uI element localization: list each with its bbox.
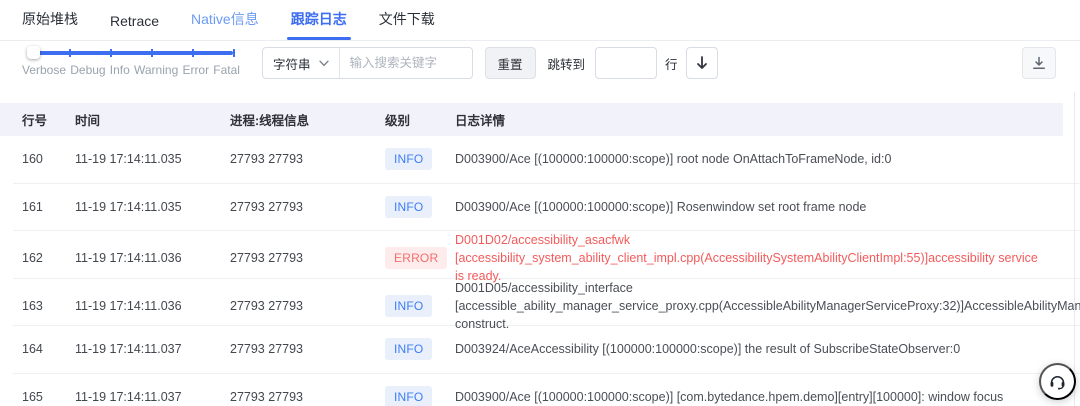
row-line-number: 161 — [22, 199, 43, 214]
slider-tick — [192, 49, 194, 57]
row-log-detail: D003900/Ace [(100000:100000:scope)] Rose… — [455, 199, 867, 214]
header-level: 级别 — [385, 114, 411, 128]
trace-log-panel: 原始堆栈 Retrace Native信息 跟踪日志 文件下载 Verbose … — [0, 0, 1080, 406]
row-time: 11-19 17:14:11.035 — [75, 199, 182, 214]
row-level-badge: INFO — [385, 338, 433, 361]
row-line-number: 164 — [22, 342, 43, 357]
header-process-thread: 进程:线程信息 — [230, 114, 310, 128]
search-type-value: 字符串 — [273, 57, 311, 72]
slider-tick — [110, 49, 112, 57]
row-log-detail: D001D05/accessibility_interface [accessib… — [455, 280, 1080, 331]
row-level-badge: INFO — [385, 195, 433, 218]
log-table-row[interactable]: 160 11-19 17:14:11.035 27793 27793 INFO … — [13, 136, 1080, 184]
slider-tick — [69, 49, 71, 57]
row-time: 11-19 17:14:11.035 — [75, 152, 182, 167]
row-time: 11-19 17:14:11.037 — [75, 342, 182, 357]
row-process: 27793 27793 — [230, 298, 303, 313]
jump-line-input[interactable] — [595, 47, 658, 79]
chevron-down-icon — [318, 60, 329, 66]
row-time: 11-19 17:14:11.036 — [75, 298, 182, 313]
row-level-badge: ERROR — [385, 247, 448, 270]
header-log-detail: 日志详情 — [455, 114, 506, 128]
tab-native-info[interactable]: Native信息 — [189, 0, 261, 40]
row-log-detail: D001D02/accessibility_asacfwk [accessibi… — [455, 233, 1038, 284]
row-time: 11-19 17:14:11.036 — [75, 251, 182, 266]
download-icon — [1033, 56, 1045, 69]
slider-label-error: Error — [182, 63, 210, 77]
tab-trace-log[interactable]: 跟踪日志 — [286, 0, 351, 40]
support-button[interactable] — [1039, 363, 1076, 400]
row-process: 27793 27793 — [230, 342, 303, 357]
row-process: 27793 27793 — [230, 251, 303, 266]
row-line-number: 165 — [22, 389, 43, 404]
tab-bar: 原始堆栈 Retrace Native信息 跟踪日志 文件下载 — [0, 0, 1080, 41]
row-line-number: 160 — [22, 152, 43, 167]
row-log-detail: D003924/AceAccessibility [(100000:100000… — [455, 342, 961, 357]
tab-original-stack[interactable]: 原始堆栈 — [20, 0, 80, 40]
row-line-number: 162 — [22, 251, 43, 266]
log-table: 行号 时间 进程:线程信息 级别 日志详情 160 11-19 17:14:11… — [0, 103, 1080, 406]
tab-file-download[interactable]: 文件下载 — [377, 0, 437, 40]
tab-retrace[interactable]: Retrace — [108, 3, 161, 40]
toolbar: Verbose Debug Info Warning Error Fatal 字… — [0, 45, 1080, 95]
search-group: 字符串 — [262, 47, 473, 79]
search-controls: 字符串 重置 跳转到 行 — [262, 47, 718, 79]
slider-labels: Verbose Debug Info Warning Error Fatal — [22, 63, 240, 77]
download-log-button[interactable] — [1022, 47, 1056, 79]
slider-label-info: Info — [109, 63, 130, 77]
slider-tick — [151, 49, 153, 57]
jump-unit-label: 行 — [665, 57, 678, 72]
slider-label-debug: Debug — [70, 63, 106, 77]
slider-label-warning: Warning — [134, 63, 179, 77]
search-type-select[interactable]: 字符串 — [263, 48, 340, 78]
row-level-badge: INFO — [385, 385, 433, 406]
log-table-header: 行号 时间 进程:线程信息 级别 日志详情 — [0, 103, 1063, 136]
search-input[interactable] — [339, 48, 472, 78]
log-table-row[interactable]: 165 11-19 17:14:11.037 27793 27793 INFO … — [13, 374, 1080, 406]
row-level-badge: INFO — [385, 148, 433, 171]
slider-handle[interactable] — [27, 46, 40, 59]
log-table-row[interactable]: 162 11-19 17:14:11.036 27793 27793 ERROR… — [13, 231, 1080, 283]
jump-button[interactable] — [685, 47, 718, 79]
row-line-number: 163 — [22, 298, 43, 313]
log-table-row[interactable]: 164 11-19 17:14:11.037 27793 27793 INFO … — [13, 326, 1080, 374]
header-line-number: 行号 — [22, 114, 48, 128]
slider-tick — [233, 49, 235, 57]
log-level-slider[interactable]: Verbose Debug Info Warning Error Fatal — [22, 46, 240, 77]
scrollbar-track[interactable] — [1074, 92, 1075, 406]
row-log-detail: D003900/Ace [(100000:100000:scope)] root… — [455, 152, 892, 167]
log-table-row[interactable]: 161 11-19 17:14:11.035 27793 27793 INFO … — [13, 184, 1080, 231]
row-process: 27793 27793 — [230, 199, 303, 214]
slider-label-verbose: Verbose — [22, 63, 67, 77]
arrow-down-icon — [696, 56, 707, 69]
slider-label-fatal: Fatal — [213, 63, 240, 77]
row-process: 27793 27793 — [230, 389, 303, 404]
log-table-body: 160 11-19 17:14:11.035 27793 27793 INFO … — [0, 136, 1080, 406]
row-time: 11-19 17:14:11.037 — [75, 389, 182, 404]
row-level-badge: INFO — [385, 294, 433, 317]
row-log-detail: D003900/Ace [(100000:100000:scope)] [com… — [455, 389, 1004, 404]
row-process: 27793 27793 — [230, 152, 303, 167]
headset-icon — [1050, 375, 1065, 390]
log-table-row[interactable]: 163 11-19 17:14:11.036 27793 27793 INFO … — [13, 279, 1080, 331]
jump-to-label: 跳转到 — [547, 57, 586, 72]
header-time: 时间 — [75, 114, 101, 128]
slider-track[interactable] — [27, 46, 235, 59]
reset-button[interactable]: 重置 — [484, 47, 536, 79]
